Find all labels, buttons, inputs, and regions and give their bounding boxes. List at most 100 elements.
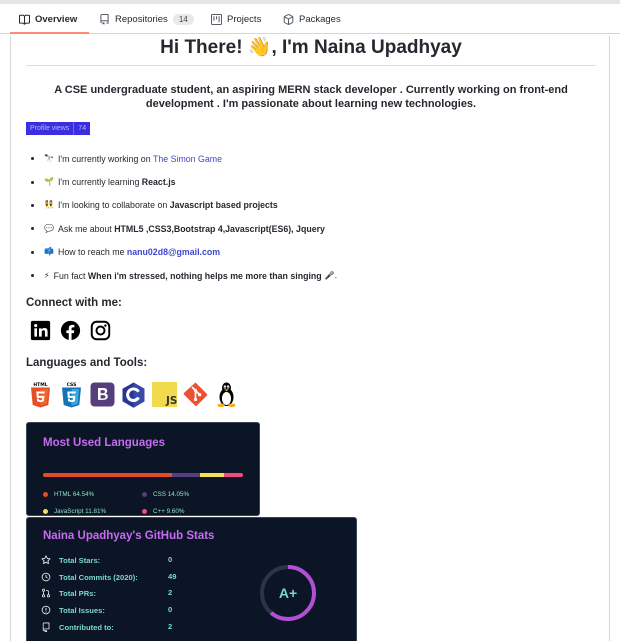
repo-icon — [100, 13, 109, 25]
item-text: How to reach me — [57, 247, 127, 258]
tab-repositories[interactable]: Repositories 14 — [99, 4, 194, 34]
instagram-link[interactable] — [90, 320, 111, 341]
readme-title: Hi There! 👋, I'm Naina Upadhyay — [160, 37, 462, 58]
language-percent: 64.54% — [72, 491, 95, 498]
cpp-segment — [223, 473, 243, 477]
facebook-icon — [60, 320, 81, 341]
linkedin-icon — [30, 320, 51, 341]
bullet — [31, 157, 34, 161]
item-strong: HTML5 ,CSS3,Bootstrap 4,Javascript(ES6),… — [114, 223, 325, 234]
microphone-icon: 🎤. — [324, 270, 338, 280]
email-link[interactable]: nanu02d8@gmail.com — [127, 243, 220, 261]
item-text: I'm looking to collaborate on — [57, 200, 170, 211]
tab-projects-label: Projects — [227, 13, 262, 25]
stat-label: Total PRs: — [59, 588, 96, 598]
profile-views-badge[interactable]: Profile views 74 — [26, 122, 91, 135]
repo-icon — [42, 622, 50, 632]
star-icon — [41, 555, 51, 564]
language-name: C++ — [153, 508, 165, 515]
language-name: HTML — [54, 491, 72, 498]
facebook-link[interactable] — [60, 320, 81, 341]
c-language-icon[interactable] — [121, 381, 146, 408]
html-dot — [43, 492, 48, 497]
about-list: 🔭 I'm currently working on The Simon Gam… — [31, 147, 591, 287]
language-percent: 11.81% — [85, 508, 107, 515]
bullet — [31, 274, 34, 278]
readme-intro: A CSE undergraduate student, an aspiring… — [54, 84, 568, 110]
html-segment — [43, 473, 173, 477]
svg-text:CSS: CSS — [67, 382, 77, 388]
git-icon[interactable] — [183, 381, 208, 408]
stat-value-commits: 49 — [168, 572, 177, 581]
svg-text:HTML: HTML — [33, 382, 47, 388]
list-item: 🌱 I'm currently learning React.js — [31, 170, 591, 193]
rank-grade: A+ — [278, 585, 298, 601]
css3-icon[interactable]: CSS — [59, 381, 84, 408]
bullet — [31, 180, 34, 184]
stat-row-stars: Total Stars: — [41, 554, 100, 566]
language-percent: 14.05% — [167, 491, 190, 498]
item-strong: When i'm stressed, nothing helps me more… — [87, 270, 322, 281]
stat-value-issues: 0 — [168, 605, 173, 614]
stats-card-title: Naina Upadhyay's GitHub Stats — [43, 530, 215, 542]
languages-card-title: Most Used Languages — [43, 437, 166, 449]
linkedin-link[interactable] — [30, 320, 51, 341]
item-text: Ask me about — [57, 223, 115, 234]
language-item-cpp: C++ 9.60% — [142, 508, 185, 515]
stat-value-contributed: 2 — [168, 622, 173, 631]
history-icon — [41, 572, 51, 582]
svg-text:JS: JS — [165, 395, 177, 407]
stat-label: Contributed to: — [59, 622, 114, 632]
linux-icon[interactable] — [214, 381, 239, 408]
list-item: 📫 How to reach me nanu02d8@gmail.com — [31, 241, 591, 264]
tab-projects[interactable]: Projects — [211, 4, 261, 34]
item-text: Fun fact — [53, 270, 88, 281]
tab-repositories-label: Repositories — [115, 13, 168, 25]
simon-game-link[interactable]: The Simon Game — [153, 150, 222, 168]
javascript-icon[interactable]: JS — [152, 381, 177, 408]
mailbox-icon: 📫 — [44, 247, 54, 257]
language-name: CSS — [153, 491, 166, 498]
languages-heading: Languages and Tools: — [26, 357, 148, 369]
cpp-dot — [142, 509, 147, 514]
profile-views-count: 74 — [73, 122, 91, 135]
telescope-icon: 🔭 — [44, 153, 54, 163]
item-strong: React.js — [141, 177, 176, 188]
profile-views-label: Profile views — [26, 122, 74, 135]
list-item: 💬 Ask me about HTML5 ,CSS3,Bootstrap 4,J… — [31, 217, 591, 240]
seedling-icon: 🌱 — [44, 177, 54, 187]
book-icon — [19, 14, 30, 25]
project-icon — [211, 13, 222, 25]
html5-icon[interactable]: HTML — [28, 381, 53, 408]
tools-list: HTML CSS JS — [28, 381, 239, 408]
tab-packages-label: Packages — [299, 13, 341, 25]
speech-bubble-icon: 💬 — [44, 223, 54, 233]
stat-value-stars: 0 — [168, 555, 173, 564]
tab-overview-label: Overview — [35, 13, 78, 25]
github-stats-card: Naina Upadhyay's GitHub Stats Total Star… — [26, 517, 357, 641]
profile-tabs: Overview Repositories 14 Projects Packag… — [0, 4, 620, 34]
javascript-segment — [200, 473, 224, 477]
connect-heading: Connect with me: — [26, 297, 122, 309]
item-text: I'm currently working on — [57, 153, 154, 164]
list-item: 👯 I'm looking to collaborate on Javascri… — [31, 194, 591, 217]
list-item: 🔭 I'm currently working on The Simon Gam… — [31, 147, 591, 170]
bootstrap-icon[interactable] — [90, 381, 115, 408]
stat-row-commits: Total Commits (2020): — [41, 571, 138, 583]
package-icon — [283, 13, 294, 25]
instagram-icon — [90, 320, 111, 341]
css-dot — [142, 492, 147, 497]
stat-label: Total Commits (2020): — [59, 572, 138, 582]
active-tab-indicator — [10, 32, 89, 34]
tab-overview[interactable]: Overview — [19, 4, 77, 34]
tab-packages[interactable]: Packages — [283, 4, 341, 34]
language-percent: 9.60% — [166, 508, 185, 515]
stat-row-contributed: Contributed to: — [41, 621, 114, 633]
title-divider — [26, 65, 596, 66]
css-segment — [172, 473, 201, 477]
language-item-css: CSS 14.05% — [142, 491, 189, 498]
pull-request-icon — [41, 588, 51, 598]
item-text: I'm currently learning — [57, 177, 142, 188]
most-used-languages-card: Most Used Languages HTML 64.54% CSS 14.0… — [26, 422, 260, 516]
item-strong: Javascript based projects — [169, 200, 278, 211]
